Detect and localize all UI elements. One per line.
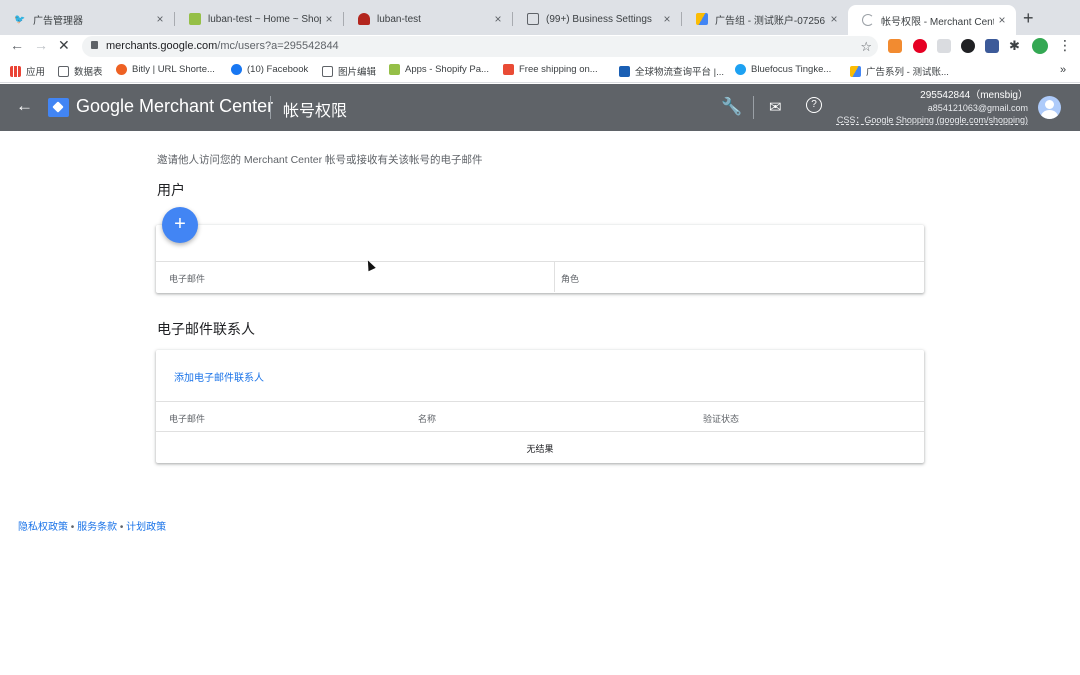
url-host: merchants.google.com — [106, 40, 218, 52]
brand-name[interactable]: Google Merchant Center — [76, 96, 273, 117]
bookmark-apps[interactable]: 应用 — [10, 64, 45, 78]
hat-icon — [358, 13, 370, 25]
users-table-header: 电子邮件 角色 — [156, 261, 924, 292]
extension-icon[interactable] — [961, 39, 975, 53]
tab-luban-test[interactable]: luban-test × — [344, 6, 512, 32]
shop-icon — [503, 64, 514, 75]
column-email[interactable]: 电子邮件 — [169, 272, 205, 285]
tab-merchant-center[interactable]: 帐号权限 - Merchant Center × — [848, 5, 1016, 35]
tab-ads-manager[interactable]: 🐦 广告管理器 × — [0, 6, 174, 32]
extension-icon[interactable] — [985, 39, 999, 53]
bookmark-facebook[interactable]: (10) Facebook — [231, 64, 308, 75]
bookmark-free-shipping[interactable]: Free shipping on... — [503, 64, 598, 75]
account-id: 295542844（mensbig） — [920, 90, 1028, 101]
help-icon[interactable]: ? — [806, 97, 822, 113]
chart-icon — [527, 13, 539, 25]
app-header: ← Google Merchant Center 帐号权限 🔧 ✉ ? 2955… — [0, 84, 1080, 131]
shopify-icon — [389, 64, 400, 75]
tab-shopify-home[interactable]: luban-test ~ Home ~ Shopify × — [175, 6, 343, 32]
more-bookmarks-button[interactable]: » — [1060, 64, 1066, 76]
column-name[interactable]: 名称 — [418, 412, 436, 425]
add-email-contact-link[interactable]: 添加电子邮件联系人 — [174, 369, 264, 384]
url-path: /mc/users?a=295542844 — [217, 40, 339, 52]
shopify-icon — [189, 13, 201, 25]
users-heading: 用户 — [157, 182, 185, 198]
extension-icon[interactable] — [888, 39, 902, 53]
folder-icon — [322, 65, 333, 77]
css-label[interactable]: CSS：Google Shopping (google.com/shopping… — [837, 114, 1028, 126]
close-tab-icon[interactable]: × — [994, 13, 1010, 27]
mail-icon[interactable]: ✉ — [769, 98, 782, 116]
address-bar[interactable]: merchants.google.com/mc/users?a=29554284… — [82, 36, 878, 57]
wrench-icon[interactable]: 🔧 — [721, 97, 742, 117]
google-ads-icon — [850, 65, 861, 77]
footer-links: 隐私权政策 • 服务条款 • 计划政策 — [18, 522, 167, 533]
column-verification-status[interactable]: 验证状态 — [703, 412, 739, 425]
bookmark-shopify-apps[interactable]: Apps - Shopify Pa... — [389, 64, 489, 75]
folder-icon — [58, 65, 69, 77]
close-tab-icon[interactable]: × — [659, 12, 675, 26]
no-results-text: 无结果 — [526, 444, 554, 454]
back-arrow-icon[interactable]: ← — [10, 37, 24, 53]
puzzle-icon[interactable]: ✱ — [1009, 38, 1020, 54]
merchant-center-logo — [48, 98, 69, 117]
contacts-table-header: 电子邮件 名称 验证状态 — [156, 401, 924, 432]
pinterest-icon[interactable] — [913, 39, 927, 53]
stop-loading-icon[interactable]: ✕ — [58, 37, 70, 54]
program-policies-link[interactable]: 计划政策 — [126, 522, 166, 533]
back-arrow-icon[interactable]: ← — [16, 96, 33, 116]
bookmark-ad-campaigns[interactable]: 广告系列 - 测试账... — [850, 64, 949, 78]
facebook-icon — [231, 64, 242, 75]
close-tab-icon[interactable]: × — [490, 12, 506, 26]
google-ads-icon — [696, 13, 708, 25]
code-extension-icon[interactable] — [937, 39, 951, 53]
tab-google-ads[interactable]: 广告组 - 测试账户-07256 - G × — [682, 6, 848, 32]
column-role[interactable]: 角色 — [561, 272, 579, 285]
bitly-icon — [116, 64, 127, 75]
forward-arrow-icon[interactable]: → — [34, 37, 48, 53]
close-tab-icon[interactable]: × — [826, 12, 842, 26]
more-menu-icon[interactable]: ⋮ — [1058, 37, 1072, 54]
twitter-icon: 🐦 — [14, 13, 26, 24]
star-icon[interactable]: ☆ — [860, 39, 872, 55]
email-contacts-card: 添加电子邮件联系人 电子邮件 名称 验证状态 无结果 — [156, 350, 924, 463]
page-title: 帐号权限 — [283, 103, 348, 120]
calendar-17-icon — [619, 65, 630, 77]
intro-text: 邀请他人访问您的 Merchant Center 帐号或接收有关该帐号的电子邮件 — [157, 154, 483, 166]
lock-icon — [91, 41, 98, 49]
browser-toolbar: ← → ✕ merchants.google.com/mc/users?a=29… — [0, 35, 1080, 59]
bookmark-bluefocus[interactable]: Bluefocus Tingke... — [735, 64, 831, 75]
privacy-policy-link[interactable]: 隐私权政策 — [18, 522, 68, 533]
bookmark-image-edit[interactable]: 图片编辑 — [322, 64, 376, 78]
account-email: a854121063@gmail.com — [927, 103, 1028, 113]
tab-strip: 🐦 广告管理器 × luban-test ~ Home ~ Shopify × … — [0, 0, 1080, 35]
terms-of-service-link[interactable]: 服务条款 — [77, 522, 117, 533]
email-contacts-heading: 电子邮件联系人 — [157, 321, 255, 337]
apps-grid-icon — [10, 65, 21, 77]
account-info[interactable]: 295542844（mensbig） a854121063@gmail.com … — [837, 90, 1028, 126]
column-email[interactable]: 电子邮件 — [169, 412, 205, 425]
avatar[interactable] — [1038, 96, 1061, 119]
loading-spinner-icon — [862, 14, 874, 26]
profile-icon[interactable] — [1032, 38, 1048, 54]
bookmark-bitly[interactable]: Bitly | URL Shorte... — [116, 64, 215, 75]
bookmark-data-sheet[interactable]: 数据表 — [58, 64, 103, 78]
twitter-icon — [735, 64, 746, 75]
users-card: 电子邮件 角色 — [156, 225, 924, 293]
add-user-button[interactable]: + — [162, 207, 198, 243]
tab-business-settings[interactable]: (99+) Business Settings × — [513, 6, 681, 32]
new-tab-button[interactable]: + — [1023, 8, 1034, 29]
close-tab-icon[interactable]: × — [152, 12, 168, 26]
bookmarks-bar: 应用 数据表 Bitly | URL Shorte... (10) Facebo… — [0, 59, 1080, 83]
bookmark-logistics[interactable]: 全球物流查询平台 |... — [619, 64, 724, 78]
close-tab-icon[interactable]: × — [321, 12, 337, 26]
